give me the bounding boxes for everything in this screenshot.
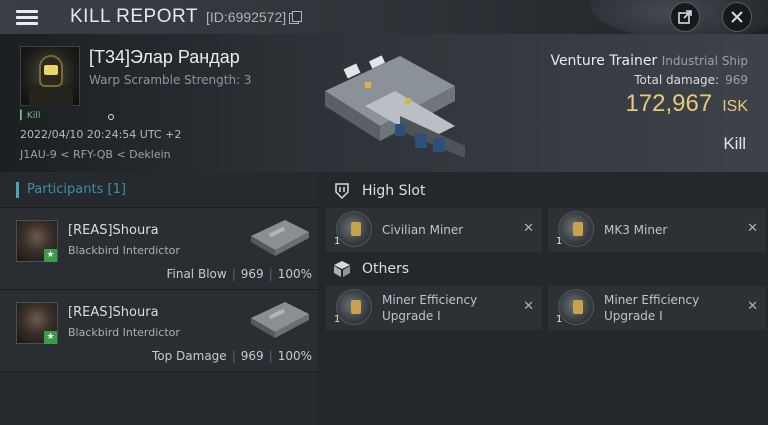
participant-row[interactable]: ★ [REAS]Shoura Blackbird Interdictor Fin… xyxy=(0,208,318,290)
participant-ship: Blackbird Interdictor xyxy=(68,244,180,257)
copy-icon[interactable] xyxy=(289,11,303,24)
victim-portrait[interactable] xyxy=(20,46,80,107)
module-item[interactable]: 1 Miner Efficiency Upgrade I ✕ xyxy=(548,286,766,330)
ship-image[interactable] xyxy=(305,46,475,161)
victim-name[interactable]: [T34]Элар Рандар xyxy=(89,47,240,68)
participant-row[interactable]: ★ [REAS]Shoura Blackbird Interdictor Top… xyxy=(0,290,318,372)
share-button[interactable] xyxy=(670,2,700,32)
close-icon[interactable]: ✕ xyxy=(523,221,534,236)
module-icon xyxy=(336,211,372,247)
high-slot-icon xyxy=(332,181,352,201)
kill-tag: ▎Kill xyxy=(20,111,41,121)
module-item[interactable]: 1 MK3 Miner ✕ xyxy=(548,208,766,252)
star-badge-icon: ★ xyxy=(44,249,57,262)
isk-value: 172,967 ISK xyxy=(625,90,748,117)
module-name: Miner Efficiency Upgrade I xyxy=(604,293,700,323)
module-item[interactable]: 1 Miner Efficiency Upgrade I ✕ xyxy=(326,286,542,330)
high-slot-header: High Slot xyxy=(322,174,768,208)
result-label: Kill xyxy=(723,134,746,153)
module-name: MK3 Miner xyxy=(604,223,668,237)
participant-stats: Final Blow | 969 | 100% xyxy=(166,267,312,281)
participant-ship: Blackbird Interdictor xyxy=(68,326,180,339)
others-header: Others xyxy=(322,252,768,286)
participant-stats: Top Damage | 969 | 100% xyxy=(151,349,312,363)
kill-location[interactable]: J1AU-9 < RFY-QB < Deklein xyxy=(20,148,171,161)
warp-scramble-strength: Warp Scramble Strength: 3 xyxy=(89,73,252,87)
victim-ship-name[interactable]: Venture Trainer Industrial Ship xyxy=(550,53,748,69)
participant-ship-image xyxy=(251,220,309,256)
kill-datetime: 2022/04/10 20:24:54 UTC +2 xyxy=(20,128,182,141)
cube-icon xyxy=(332,259,352,279)
participants-panel: Participants [1] ★ [REAS]Shoura Blackbir… xyxy=(0,172,318,425)
menu-icon[interactable] xyxy=(14,6,44,28)
participant-ship-image xyxy=(251,302,309,338)
participant-name: [REAS]Shoura xyxy=(68,305,159,320)
close-icon xyxy=(731,11,743,23)
star-badge-icon: ★ xyxy=(44,331,57,344)
page-title: KILL REPORT xyxy=(70,6,198,27)
module-item[interactable]: 1 Civilian Miner ✕ xyxy=(326,208,542,252)
module-name: Civilian Miner xyxy=(382,223,464,237)
share-icon xyxy=(678,10,692,24)
participants-header: Participants [1] xyxy=(0,172,318,208)
participant-name: [REAS]Shoura xyxy=(68,223,159,238)
close-button[interactable] xyxy=(722,2,752,32)
total-damage: Total damage: 969 xyxy=(634,73,748,87)
module-icon xyxy=(558,211,594,247)
module-icon xyxy=(558,289,594,325)
close-icon[interactable]: ✕ xyxy=(747,221,758,236)
close-icon[interactable]: ✕ xyxy=(747,299,758,314)
cursor-icon xyxy=(108,114,114,120)
top-bar: KILL REPORT [ID:6992572] xyxy=(0,0,768,40)
fitting-panel: High Slot 1 Civilian Miner ✕ 1 MK3 Miner… xyxy=(322,172,768,425)
module-icon xyxy=(336,289,372,325)
report-id: [ID:6992572] xyxy=(206,9,287,25)
kill-header: [T34]Элар Рандар Warp Scramble Strength:… xyxy=(0,34,768,172)
close-icon[interactable]: ✕ xyxy=(523,299,534,314)
module-name: Miner Efficiency Upgrade I xyxy=(382,293,478,323)
